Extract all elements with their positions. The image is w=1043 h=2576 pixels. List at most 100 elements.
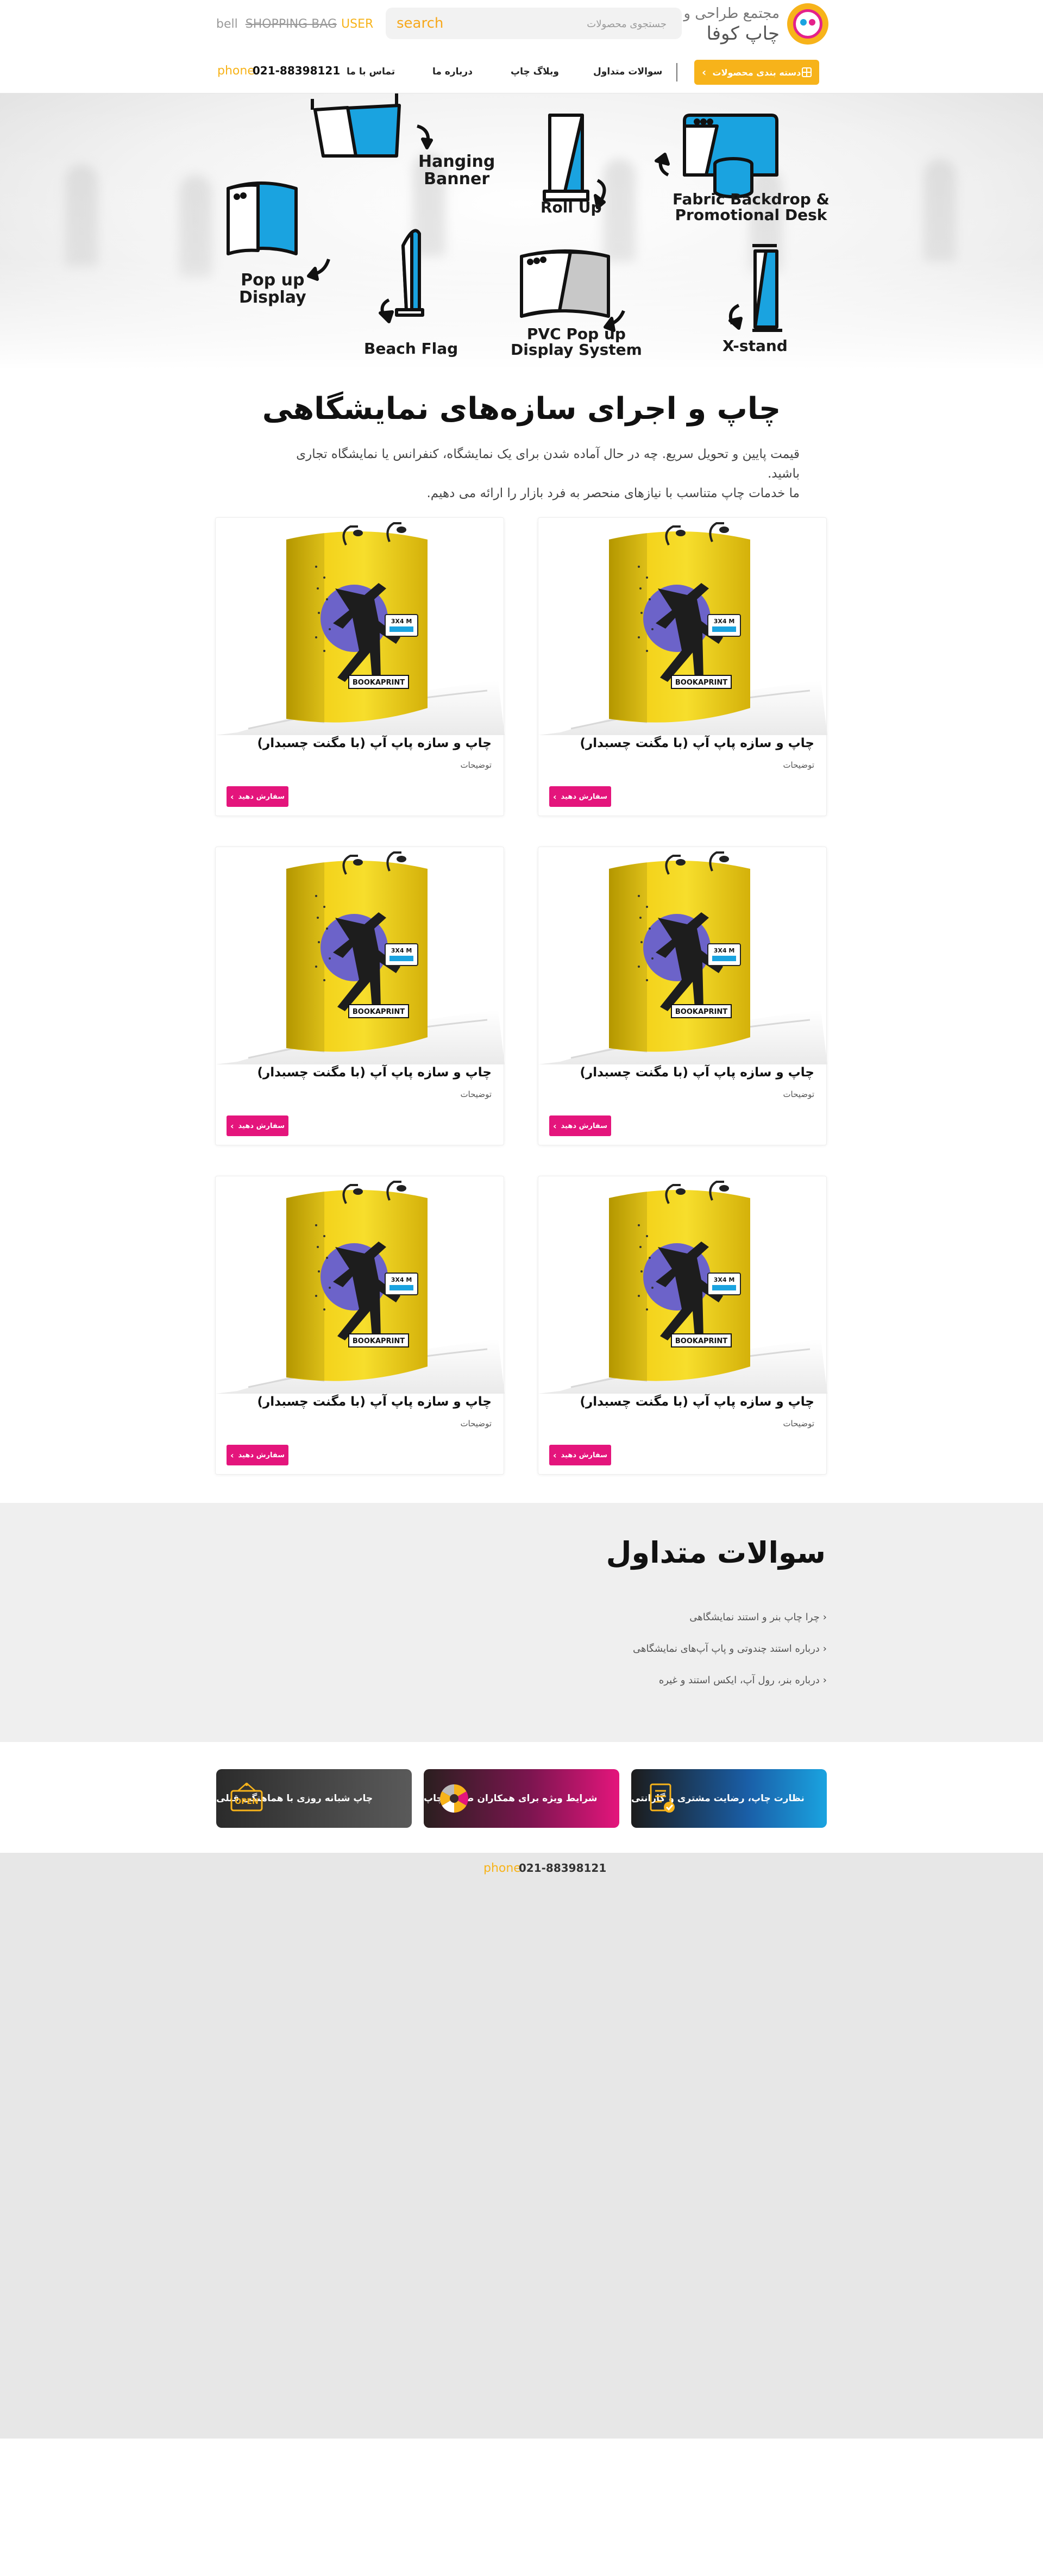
- hanging-banner-icon: [311, 93, 433, 158]
- product-image[interactable]: 3X4 M BOOKAPRINT: [538, 1176, 827, 1394]
- footer-phone[interactable]: phone021-88398121: [483, 1862, 606, 1875]
- order-button-label: سفارش دهید: [561, 792, 608, 801]
- svg-text:BOOKAPRINT: BOOKAPRINT: [675, 679, 727, 687]
- popup-stand-illustration: 3X4 M BOOKAPRINT: [216, 1181, 505, 1394]
- product-card[interactable]: 3X4 M BOOKAPRINT چاپ و سازه پاپ آپ (با م…: [215, 517, 505, 816]
- popup-stand-illustration: 3X4 M BOOKAPRINT: [538, 851, 827, 1064]
- fabric-backdrop-icon: [655, 114, 778, 198]
- logo-badge-icon: [787, 3, 828, 45]
- product-title[interactable]: چاپ و سازه پاپ آپ (با مگنت چسبدار): [580, 1395, 814, 1409]
- svg-text:BOOKAPRINT: BOOKAPRINT: [353, 1337, 405, 1345]
- roll-up-icon: [543, 114, 606, 209]
- order-button-label: سفارش دهید: [238, 1121, 285, 1130]
- svg-text:3X4 M: 3X4 M: [714, 1276, 735, 1283]
- svg-text:3X4 M: 3X4 M: [391, 1276, 412, 1283]
- nav-divider: [676, 63, 677, 82]
- product-image[interactable]: 3X4 M BOOKAPRINT: [216, 847, 505, 1064]
- product-title[interactable]: چاپ و سازه پاپ آپ (با مگنت چسبدار): [257, 736, 492, 750]
- header-utility-icons: bell SHOPPING-BAG USER: [216, 14, 381, 34]
- order-button[interactable]: ‹ سفارش دهید: [227, 1445, 288, 1465]
- search-icon[interactable]: search: [397, 15, 443, 32]
- phone-icon: phone: [483, 1862, 521, 1875]
- popup-stand-illustration: 3X4 M BOOKAPRINT: [216, 851, 505, 1064]
- faq-item-label: درباره استند چندوتی و پاپ آپ‌های نمایشگا…: [633, 1643, 820, 1654]
- beach-flag-icon: [379, 229, 424, 323]
- categories-button[interactable]: ‹ دسته بندی محصولات: [694, 60, 819, 85]
- order-button-label: سفارش دهید: [238, 1451, 285, 1459]
- product-image[interactable]: 3X4 M BOOKAPRINT: [538, 847, 827, 1064]
- chevron-left-icon: ‹: [702, 66, 707, 79]
- chevron-left-icon: ‹: [822, 1612, 827, 1623]
- faq-item[interactable]: ‹درباره بنر، رول آپ، ایکس استند و غیره: [659, 1675, 827, 1686]
- header-phone[interactable]: phone021-88398121: [217, 64, 340, 78]
- order-button-label: سفارش دهید: [238, 792, 285, 801]
- chevron-left-icon: ‹: [230, 1120, 234, 1131]
- order-button[interactable]: ‹ سفارش دهید: [549, 786, 611, 807]
- grid-icon: [802, 67, 812, 77]
- nav-item-faq[interactable]: سوالات متداول: [593, 66, 662, 77]
- product-image[interactable]: 3X4 M BOOKAPRINT: [216, 1176, 505, 1394]
- svg-text:BOOKAPRINT: BOOKAPRINT: [353, 679, 405, 687]
- product-description: توضیحات: [783, 1419, 814, 1428]
- product-card[interactable]: 3X4 M BOOKAPRINT چاپ و سازه پاپ آپ (با م…: [215, 847, 505, 1145]
- faq-item[interactable]: ‹چرا چاپ بنر و استند نمایشگاهی: [689, 1612, 827, 1623]
- product-title[interactable]: چاپ و سازه پاپ آپ (با مگنت چسبدار): [257, 1395, 492, 1409]
- feature-box-24h[interactable]: OPEN چاپ شبانه روزی با هماهنگی قبلی: [216, 1769, 412, 1828]
- search-box[interactable]: search: [386, 8, 682, 39]
- feature-box-quality[interactable]: نظارت چاپ، رضایت مشتری و گارانتی: [631, 1769, 827, 1828]
- hero-label-pvc: PVC Pop up Display System: [511, 325, 642, 359]
- svg-text:OPEN: OPEN: [235, 1797, 258, 1806]
- product-card[interactable]: 3X4 M BOOKAPRINT چاپ و سازه پاپ آپ (با م…: [538, 1176, 827, 1475]
- faq-title: سوالات متداول: [606, 1535, 826, 1570]
- user-icon[interactable]: USER: [341, 17, 373, 31]
- svg-text:3X4 M: 3X4 M: [391, 618, 412, 625]
- chevron-left-icon: ‹: [822, 1675, 827, 1686]
- nav-item-contact[interactable]: تماس با ما: [347, 66, 395, 77]
- product-title[interactable]: چاپ و سازه پاپ آپ (با مگنت چسبدار): [580, 1066, 814, 1080]
- svg-text:BOOKAPRINT: BOOKAPRINT: [675, 1008, 727, 1016]
- phone-icon: phone: [217, 64, 255, 78]
- order-button[interactable]: ‹ سفارش دهید: [549, 1445, 611, 1465]
- bell-icon[interactable]: bell: [216, 17, 238, 31]
- product-card[interactable]: 3X4 M BOOKAPRINT چاپ و سازه پاپ آپ (با م…: [215, 1176, 505, 1475]
- shopping-bag-icon[interactable]: SHOPPING-BAG: [246, 17, 337, 31]
- order-button[interactable]: ‹ سفارش دهید: [227, 1115, 288, 1136]
- chevron-left-icon: ‹: [230, 791, 234, 802]
- page-title: چاپ و اجرای سازه‌های نمایشگاهی: [262, 391, 781, 427]
- product-card[interactable]: 3X4 M BOOKAPRINT چاپ و سازه پاپ آپ (با م…: [538, 517, 827, 816]
- product-image[interactable]: 3X4 M BOOKAPRINT: [538, 518, 827, 735]
- order-button[interactable]: ‹ سفارش دهید: [227, 786, 288, 807]
- product-description: توضیحات: [783, 760, 814, 770]
- popup-stand-illustration: 3X4 M BOOKAPRINT: [538, 1181, 827, 1394]
- chevron-left-icon: ‹: [230, 1450, 234, 1461]
- site-logo[interactable]: مجتمع طراحی و چاپ کوفا: [683, 3, 828, 47]
- feature-box-partners[interactable]: شرایط ویژه برای همکاران صنعت چاپ: [424, 1769, 619, 1828]
- product-card[interactable]: 3X4 M BOOKAPRINT چاپ و سازه پاپ آپ (با م…: [538, 847, 827, 1145]
- hero-label-pop-up: Pop up Display: [239, 271, 306, 307]
- chevron-left-icon: ‹: [822, 1643, 827, 1654]
- product-title[interactable]: چاپ و سازه پاپ آپ (با مگنت چسبدار): [257, 1066, 492, 1080]
- svg-text:3X4 M: 3X4 M: [391, 947, 412, 954]
- hero-label-roll-up: Roll Up: [541, 198, 602, 216]
- svg-text:3X4 M: 3X4 M: [714, 618, 735, 625]
- nav-item-about[interactable]: درباره ما: [432, 66, 473, 77]
- hero-label-fabric-backdrop: Fabric Backdrop & Promotional Desk: [673, 190, 830, 224]
- svg-text:BOOKAPRINT: BOOKAPRINT: [353, 1008, 405, 1016]
- faq-item[interactable]: ‹درباره استند چندوتی و پاپ آپ‌های نمایشگ…: [633, 1643, 827, 1654]
- hero-banner: Hanging Banner Roll Up Fabric Backdrop &…: [0, 93, 1043, 369]
- chevron-left-icon: ‹: [552, 791, 557, 802]
- product-image[interactable]: 3X4 M BOOKAPRINT: [216, 518, 505, 735]
- search-input[interactable]: [504, 16, 667, 32]
- order-button[interactable]: ‹ سفارش دهید: [549, 1115, 611, 1136]
- nav-item-blog[interactable]: وبلاگ چاپ: [511, 66, 559, 77]
- footer-phone-number: 021-88398121: [518, 1862, 607, 1875]
- product-description: توضیحات: [783, 1089, 814, 1099]
- main-nav: ‹ دسته بندی محصولات سوالات متداول وبلاگ …: [0, 60, 1043, 87]
- intro-line-1: قیمت پایین و تحویل سریع. چه در حال آماده…: [296, 447, 800, 481]
- site-header: مجتمع طراحی و چاپ کوفا search bell SHOPP…: [0, 0, 1043, 93]
- product-title[interactable]: چاپ و سازه پاپ آپ (با مگنت چسبدار): [580, 736, 814, 750]
- chevron-left-icon: ‹: [552, 1450, 557, 1461]
- faq-section: سوالات متداول ‹چرا چاپ بنر و استند نمایش…: [0, 1503, 1043, 1742]
- intro-text: قیمت پایین و تحویل سریع. چه در حال آماده…: [261, 444, 800, 503]
- chevron-left-icon: ‹: [552, 1120, 557, 1131]
